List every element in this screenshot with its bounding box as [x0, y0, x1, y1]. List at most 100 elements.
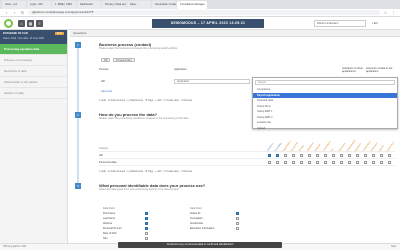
application-select[interactable]: Application	[174, 79, 250, 84]
app-header: ⌂ ▦ ≡ DEMOMODUS – 17 APRIL 2020 13:25:21…	[0, 17, 400, 30]
dropdown-option[interactable]: Upload	[253, 126, 397, 132]
processing-checkbox[interactable]	[324, 160, 328, 164]
processing-checkbox[interactable]	[388, 160, 392, 164]
sidebar-item-recipients[interactable]: Recipients of data	[0, 66, 67, 77]
browser-tab-active[interactable]: Compliance Manager	[177, 1, 207, 9]
data-field-checkbox[interactable]	[236, 221, 240, 226]
question-number: 3	[75, 183, 81, 189]
create-task-link[interactable]: Create task	[166, 170, 178, 173]
remove-link[interactable]: Remove	[183, 170, 192, 173]
processing-checkbox[interactable]	[292, 153, 296, 157]
processing-checkbox[interactable]	[276, 153, 280, 157]
section-header: Questions	[70, 30, 400, 37]
add-more-link[interactable]: Add more	[101, 90, 112, 93]
browser-tab[interactable]: 1. BWE | CRM	[52, 1, 76, 9]
language-switch[interactable]: ▪ EN	[372, 20, 378, 27]
browser-tab[interactable]: Dashboard	[77, 1, 101, 9]
star-icon[interactable]: ☆	[383, 10, 388, 15]
data-field-item: Title	[103, 236, 153, 241]
browser-tab[interactable]: Login - AM	[27, 1, 51, 9]
processing-checkbox[interactable]	[364, 153, 368, 157]
processing-checkbox[interactable]	[268, 153, 272, 157]
processing-checkbox[interactable]	[324, 153, 328, 157]
processing-checkbox[interactable]	[300, 153, 304, 157]
processing-checkbox[interactable]	[300, 160, 304, 164]
sidebar-item-transfer[interactable]: Data transfer to 3rd parties	[0, 77, 67, 88]
processing-checkbox[interactable]	[340, 160, 344, 164]
processing-checkbox[interactable]	[316, 153, 320, 157]
menu-icon[interactable]: ≡	[36, 20, 43, 27]
home-icon[interactable]: ⌂	[18, 20, 25, 27]
processing-checkbox[interactable]	[340, 153, 344, 157]
processing-checkbox[interactable]	[364, 160, 368, 164]
processing-checkbox[interactable]	[348, 153, 352, 157]
processing-checkbox[interactable]	[348, 160, 352, 164]
processing-checkbox[interactable]	[284, 153, 288, 157]
attachments-link[interactable]: Attachments	[130, 99, 143, 102]
data-field-checkbox[interactable]	[145, 221, 149, 226]
add-link[interactable]: Add	[157, 99, 161, 102]
tags-link[interactable]: Tags	[148, 99, 153, 102]
processing-checkbox[interactable]	[268, 160, 272, 164]
data-field-checkbox[interactable]	[236, 211, 240, 216]
data-field-checkbox[interactable]	[145, 226, 149, 231]
dropdown-search-input[interactable]: Search ...	[255, 80, 395, 85]
matrix-header-row: Column	[99, 145, 395, 152]
row-label: HR	[101, 80, 105, 83]
processing-checkbox[interactable]	[332, 153, 336, 157]
help-link[interactable]: Help	[391, 244, 396, 250]
remove-link[interactable]: Remove	[183, 99, 192, 102]
url-field[interactable]: gdprdemo.complianceapp.com/app/process/1…	[28, 10, 380, 15]
column-label: Application	[174, 68, 187, 71]
browser-tab[interactable]: Inbox - pxl	[2, 1, 26, 9]
browser-tab[interactable]: Generation of data	[152, 1, 176, 9]
processing-checkbox[interactable]	[276, 160, 280, 164]
back-icon[interactable]: ‹	[4, 10, 9, 15]
edit-link[interactable]: Edit	[102, 170, 106, 173]
sidebar-item-purpose[interactable]: Purpose of processing	[0, 55, 67, 66]
sidebar-item-processing[interactable]: Processing operation data	[0, 44, 67, 55]
browser-tab[interactable]: Privacy / Data security	[102, 1, 126, 9]
add-link[interactable]: Add	[157, 170, 161, 173]
processing-checkbox[interactable]	[292, 160, 296, 164]
grid-icon[interactable]: ▦	[27, 20, 34, 27]
project-meta: Status: Draft · Due date: 14 June 2020	[3, 37, 44, 40]
menu-icon[interactable]: ⋮	[391, 10, 396, 15]
reload-icon[interactable]: ↻	[20, 10, 25, 15]
create-task-link[interactable]: Create task	[166, 99, 178, 102]
processing-checkbox[interactable]	[380, 153, 384, 157]
app-logo-icon[interactable]	[4, 19, 13, 28]
forward-icon[interactable]: ›	[12, 10, 17, 15]
tag-chip[interactable]: Personnel files	[113, 58, 135, 62]
column-label: Accounts of data in the application	[366, 67, 393, 73]
processing-checkbox[interactable]	[284, 160, 288, 164]
browser-tab[interactable]: Data...	[127, 1, 151, 9]
processing-checkbox[interactable]	[316, 160, 320, 164]
attachments-link[interactable]: Attachments	[130, 170, 143, 173]
tag-chip[interactable]: HR	[101, 58, 111, 62]
comment-link[interactable]: Add comment	[110, 170, 125, 173]
matrix-row-label: HR	[99, 154, 103, 157]
processing-checkbox[interactable]	[332, 160, 336, 164]
user-menu[interactable]: Robert Lindemann	[314, 20, 366, 27]
data-field-checkbox[interactable]	[236, 226, 240, 231]
sidebar-item-deletion[interactable]: Deletion of data	[0, 88, 67, 99]
data-field-label: Last Name	[103, 217, 116, 220]
processing-checkbox[interactable]	[308, 160, 312, 164]
processing-checkbox[interactable]	[380, 160, 384, 164]
processing-checkbox[interactable]	[388, 153, 392, 157]
data-field-checkbox[interactable]	[145, 211, 149, 216]
edit-link[interactable]: Edit	[102, 99, 106, 102]
comment-link[interactable]: Add comment	[110, 99, 125, 102]
processing-checkbox[interactable]	[356, 160, 360, 164]
processing-checkbox[interactable]	[372, 153, 376, 157]
data-field-checkbox[interactable]	[236, 216, 240, 221]
data-field-checkbox[interactable]	[145, 236, 149, 241]
data-field-checkbox[interactable]	[145, 231, 149, 236]
processing-checkbox[interactable]	[356, 153, 360, 157]
processing-checkbox[interactable]	[308, 153, 312, 157]
application-dropdown: Search ... Compactus Payroll application…	[252, 77, 398, 132]
processing-checkbox[interactable]	[372, 160, 376, 164]
tags-link[interactable]: Tags	[148, 170, 153, 173]
data-field-checkbox[interactable]	[145, 216, 149, 221]
